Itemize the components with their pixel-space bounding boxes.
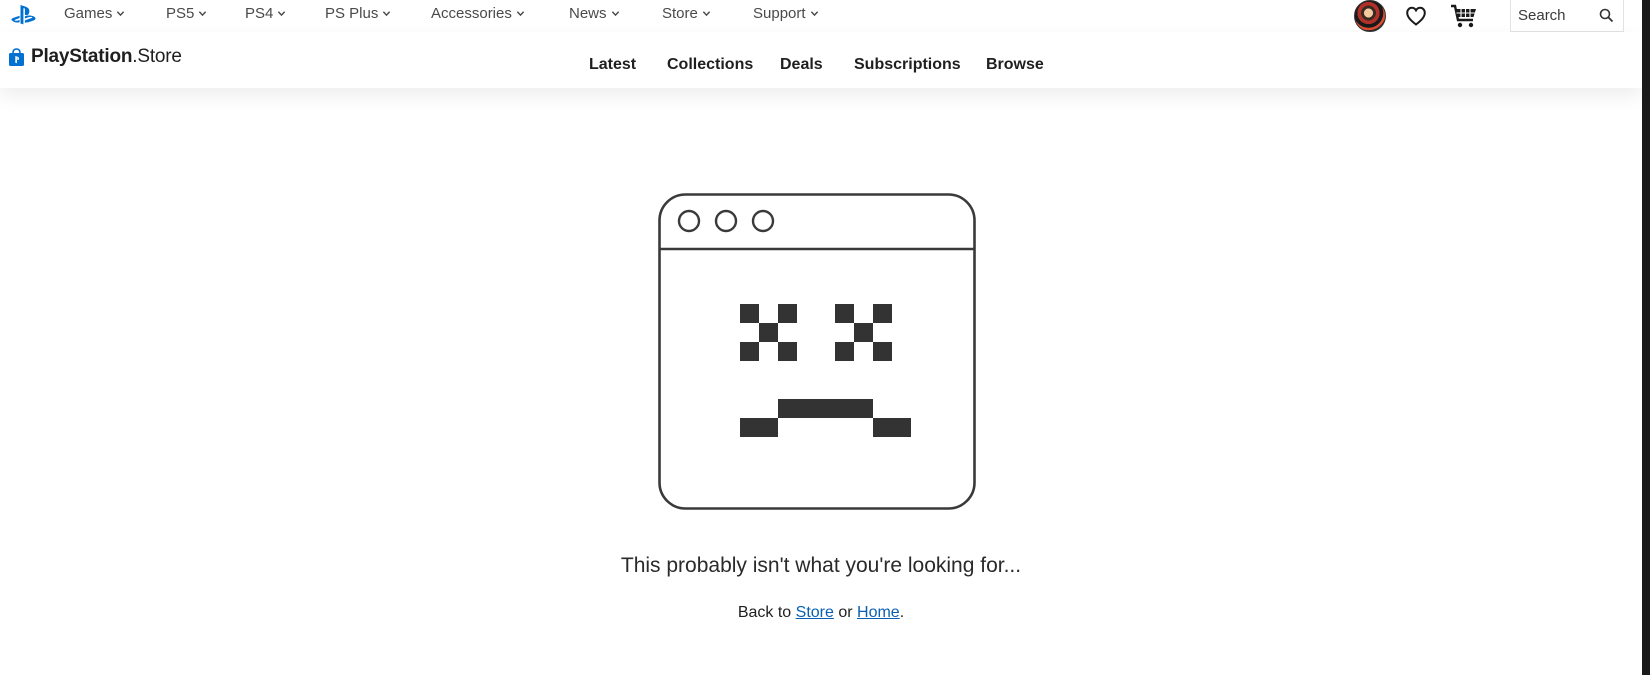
store-header: PlayStation.Store Latest Collections Dea…: [0, 32, 1642, 88]
error-browser-illustration: [658, 193, 976, 510]
nav-item-ps4[interactable]: PS4: [245, 5, 286, 22]
nav-item-label: Support: [753, 5, 806, 22]
tab-collections[interactable]: Collections: [667, 56, 753, 74]
nav-item-label: Accessories: [431, 5, 512, 22]
tab-label: Deals: [780, 56, 823, 73]
cart-icon[interactable]: [1450, 3, 1478, 29]
avatar[interactable]: [1354, 0, 1386, 32]
tab-browse[interactable]: Browse: [986, 56, 1044, 74]
store-logo-light: .Store: [132, 46, 182, 67]
nav-item-accessories[interactable]: Accessories: [431, 5, 525, 22]
nav-item-label: Store: [662, 5, 698, 22]
suffix-period: .: [899, 604, 905, 621]
chevron-down-icon: [383, 11, 391, 17]
back-links-line: Back to Store or Home.: [0, 604, 1642, 622]
tab-subscriptions[interactable]: Subscriptions: [854, 56, 961, 74]
chevron-down-icon: [516, 11, 525, 17]
chevron-down-icon: [278, 11, 286, 17]
nav-item-store[interactable]: Store: [662, 5, 711, 22]
error-message: This probably isn't what you're looking …: [620, 554, 1022, 577]
nav-item-games[interactable]: Games: [64, 5, 125, 22]
global-nav: Games PS5 PS4 PS Plus Accessories News S…: [0, 0, 1642, 32]
nav-item-news[interactable]: News: [569, 5, 620, 22]
nav-item-label: News: [569, 5, 607, 22]
playstation-store-logo[interactable]: PlayStation.Store: [8, 46, 182, 68]
chevron-down-icon: [611, 11, 619, 17]
store-logo-bold: PlayStation: [31, 46, 133, 67]
chevron-down-icon: [117, 11, 125, 17]
nav-item-label: Games: [64, 5, 113, 22]
tab-deals[interactable]: Deals: [780, 56, 823, 74]
playstation-logo-icon[interactable]: [10, 3, 38, 27]
window-edge: [1642, 0, 1650, 675]
or-text: or: [833, 604, 858, 621]
chevron-down-icon: [810, 11, 818, 17]
store-bag-icon: [9, 47, 24, 66]
search-input[interactable]: [1511, 0, 1598, 30]
nav-item-ps-plus[interactable]: PS Plus: [325, 5, 391, 22]
tab-label: Latest: [589, 56, 637, 73]
tab-label: Collections: [667, 56, 754, 73]
nav-item-ps5[interactable]: PS5: [166, 5, 207, 22]
tab-label: Browse: [986, 56, 1044, 73]
nav-item-support[interactable]: Support: [753, 5, 819, 22]
store-link[interactable]: Store: [796, 604, 834, 621]
home-link[interactable]: Home: [857, 604, 900, 621]
tab-label: Subscriptions: [854, 56, 961, 73]
nav-item-label: PS5: [166, 5, 195, 22]
tab-latest[interactable]: Latest: [589, 56, 636, 74]
nav-item-label: PS4: [245, 5, 274, 22]
store-logo-text: PlayStation.Store: [31, 46, 182, 68]
heart-icon[interactable]: [1404, 4, 1428, 28]
chevron-down-icon: [702, 11, 711, 17]
back-prefix: Back to: [737, 604, 796, 621]
search-icon[interactable]: [1599, 8, 1614, 23]
search-box: [1510, 0, 1624, 32]
chevron-down-icon: [199, 11, 207, 17]
nav-item-label: PS Plus: [325, 5, 379, 22]
